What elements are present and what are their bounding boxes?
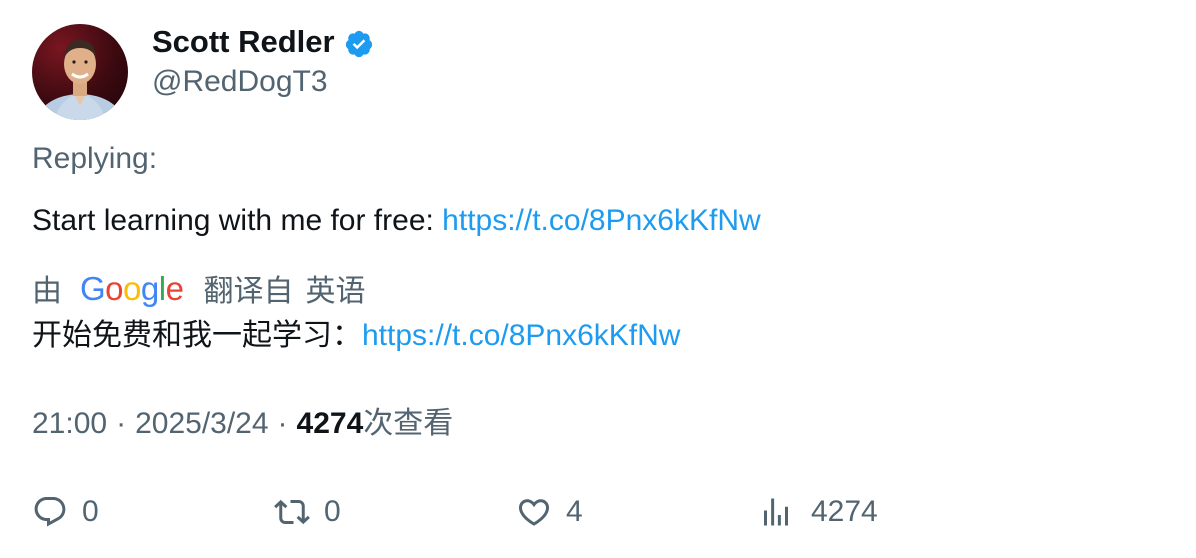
- author-name-text: Scott Redler: [152, 24, 335, 59]
- author-handle[interactable]: @RedDogT3: [152, 64, 328, 100]
- avatar[interactable]: [32, 24, 128, 120]
- retweet-button[interactable]: 0: [274, 490, 341, 534]
- meta-separator: ·: [277, 407, 288, 440]
- google-logo[interactable]: Google: [80, 270, 184, 308]
- retweet-icon: [274, 499, 310, 525]
- replying-label: Replying:: [32, 142, 158, 175]
- reply-count: 0: [82, 495, 99, 528]
- tweet-meta: 21:00 · 2025/3/24 · 4274 次查看: [32, 405, 453, 443]
- tweet-text: Start learning with me for free: https:/…: [32, 202, 761, 240]
- translated-from-label: 翻译自: [203, 274, 294, 309]
- views-action-count: 4274: [811, 495, 878, 528]
- like-count: 4: [566, 495, 583, 528]
- source-language: 英语: [305, 274, 366, 309]
- translated-by-label: 由: [32, 274, 62, 309]
- views-count: 4274: [296, 407, 364, 440]
- like-button[interactable]: 4: [516, 490, 583, 534]
- tweet-time[interactable]: 21:00: [32, 405, 107, 443]
- translated-text: 开始免费和我一起学习：https://t.co/8Pnx6kKfNw: [32, 316, 680, 356]
- avatar-photo: [36, 40, 124, 120]
- reply-button[interactable]: 0: [32, 490, 99, 534]
- views-button[interactable]: 4274: [758, 490, 878, 534]
- heart-icon: [518, 499, 550, 526]
- reply-icon: [34, 497, 66, 527]
- author-name[interactable]: Scott Redler: [152, 24, 374, 60]
- views-chart-icon: [764, 498, 788, 526]
- tweet-card: Scott Redler @RedDogT3 Replying: Start l…: [0, 0, 1196, 558]
- tweet-date[interactable]: 2025/3/24: [135, 405, 268, 443]
- verified-badge-icon: [344, 29, 374, 59]
- meta-separator: ·: [116, 407, 127, 440]
- tweet-link[interactable]: https://t.co/8Pnx6kKfNw: [442, 204, 760, 237]
- retweet-count: 0: [324, 495, 341, 528]
- translated-text-body: 开始免费和我一起学习：: [32, 318, 362, 353]
- translated-link[interactable]: https://t.co/8Pnx6kKfNw: [362, 319, 680, 352]
- views-label: 次查看: [363, 406, 454, 441]
- tweet-text-body: Start learning with me for free:: [32, 204, 443, 237]
- translation-attribution: 由 Google 翻译自 英语: [32, 268, 366, 309]
- action-bar: 0 0 4 4274: [0, 490, 1196, 534]
